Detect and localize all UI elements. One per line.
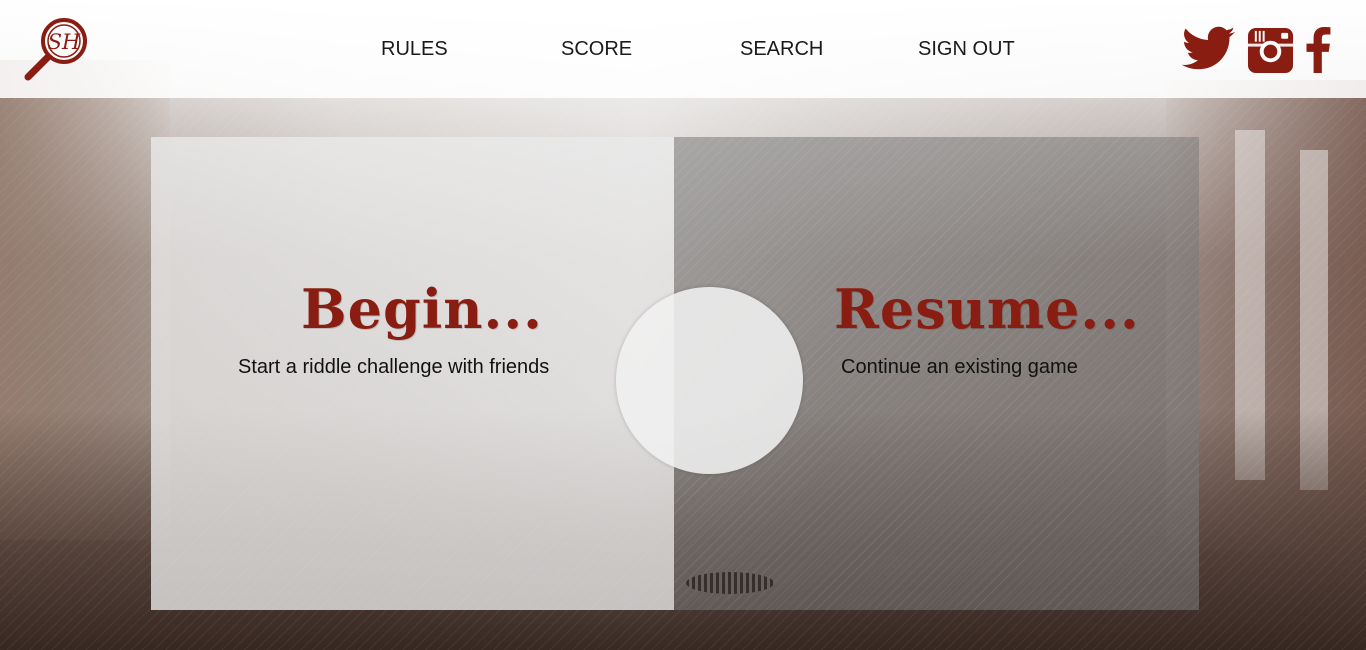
twitter-icon (1181, 26, 1236, 70)
manhole-cover (686, 572, 774, 594)
header: SH RULES SCORE SEARCH SIGN OUT (0, 0, 1366, 98)
nav-rules-link[interactable]: RULES (381, 38, 448, 61)
twitter-link[interactable] (1181, 26, 1236, 76)
resume-subtitle: Continue an existing game (841, 356, 1078, 378)
facebook-link[interactable] (1305, 27, 1331, 77)
begin-title: Begin... (301, 277, 543, 341)
center-circle (616, 287, 803, 474)
resume-title: Resume... (834, 277, 1140, 341)
instagram-link[interactable] (1247, 27, 1294, 78)
begin-subtitle: Start a riddle challenge with friends (238, 356, 550, 378)
nav-search-link[interactable]: SEARCH (740, 38, 823, 61)
main-nav: RULES SCORE SEARCH SIGN OUT (0, 38, 1366, 66)
begin-card[interactable]: Begin... Start a riddle challenge with f… (151, 137, 674, 610)
page: SH RULES SCORE SEARCH SIGN OUT Begin... … (0, 0, 1366, 650)
nav-sign-out-link[interactable]: SIGN OUT (918, 38, 1015, 61)
facebook-icon (1306, 27, 1331, 73)
nav-score-link[interactable]: SCORE (561, 38, 632, 61)
instagram-icon (1247, 27, 1294, 74)
